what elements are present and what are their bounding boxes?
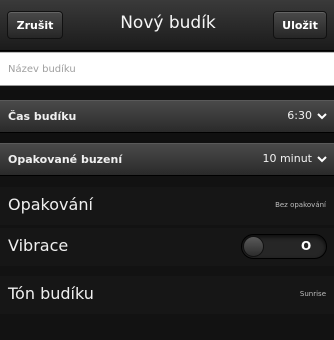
chevron-down-icon <box>317 155 327 162</box>
spacer <box>0 86 334 100</box>
repeat-value: Bez opakování <box>275 201 326 209</box>
vibration-toggle[interactable]: O <box>241 234 327 259</box>
vibration-label: Vibrace <box>8 236 69 255</box>
snooze-label: Opakované buzení <box>8 153 123 166</box>
alarm-time-dropdown[interactable]: 6:30 <box>287 109 328 122</box>
vibration-row: Vibrace O <box>0 228 334 266</box>
tone-value: Sunrise <box>299 290 326 298</box>
repeat-row[interactable]: Opakování Bez opakování <box>0 187 334 225</box>
page-title: Nový budík <box>120 13 216 33</box>
cancel-button[interactable]: Zrušit <box>7 11 63 39</box>
tone-label: Tón budíku <box>8 284 94 303</box>
save-button[interactable]: Uložit <box>273 11 327 39</box>
chevron-down-icon <box>317 112 327 119</box>
tone-row[interactable]: Tón budíku Sunrise <box>0 276 334 314</box>
alarm-name-field <box>0 52 334 86</box>
alarm-time-row[interactable]: Čas budíku 6:30 <box>0 100 334 133</box>
title-bar: Zrušit Nový budík Uložit <box>0 0 334 51</box>
alarm-time-value: 6:30 <box>287 109 312 122</box>
snooze-row[interactable]: Opakované buzení 10 minut <box>0 143 334 176</box>
toggle-state-label: O <box>301 239 312 253</box>
toggle-knob[interactable] <box>243 236 264 257</box>
spacer <box>0 133 334 143</box>
repeat-label: Opakování <box>8 195 93 214</box>
snooze-dropdown[interactable]: 10 minut <box>262 152 328 165</box>
snooze-value: 10 minut <box>262 152 312 165</box>
alarm-name-input[interactable] <box>0 53 328 85</box>
alarm-time-label: Čas budíku <box>8 110 77 123</box>
